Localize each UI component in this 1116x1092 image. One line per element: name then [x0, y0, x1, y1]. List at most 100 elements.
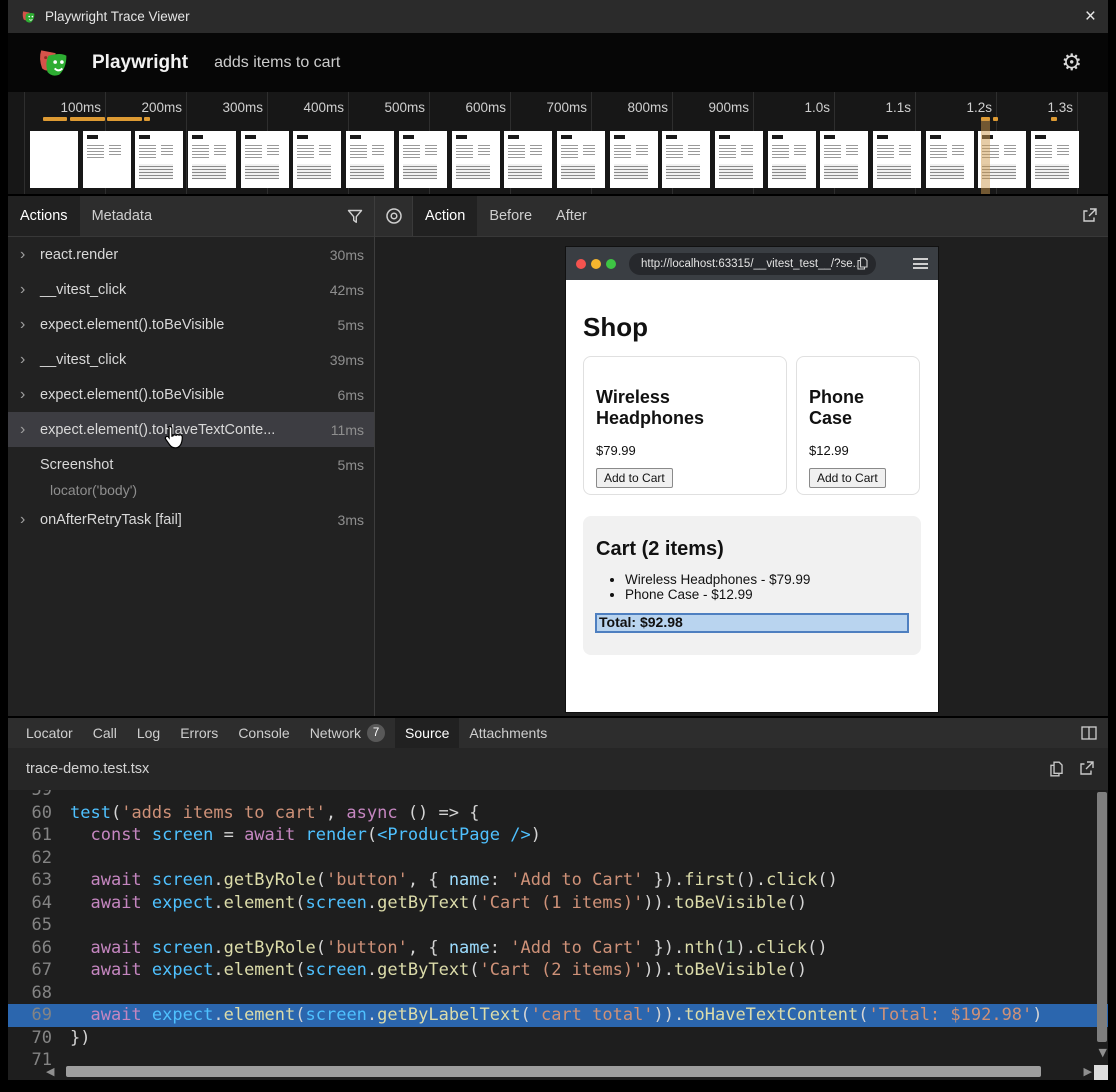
chevron-right-icon: › — [20, 351, 40, 369]
screenshot-thumbnail[interactable] — [662, 131, 710, 188]
screenshot-thumbnail[interactable] — [768, 131, 816, 188]
gear-icon[interactable]: ⚙ — [1061, 50, 1082, 76]
split-view-icon[interactable] — [1070, 718, 1108, 748]
screenshot-thumbnail[interactable] — [293, 131, 341, 188]
code-token: async — [346, 803, 397, 823]
thumbnail-content — [666, 164, 700, 179]
thumbnail-content — [403, 143, 420, 158]
code-token: screen — [152, 870, 213, 890]
thumbnail-content — [350, 143, 367, 158]
screenshot-thumbnail[interactable] — [873, 131, 921, 188]
source-file-name: trace-demo.test.tsx — [26, 761, 149, 777]
open-source-external-icon[interactable] — [1078, 761, 1094, 777]
product-card: Wireless Headphones$79.99Add to Cart — [583, 356, 787, 495]
browser-menu-icon[interactable] — [913, 258, 928, 269]
tab-action[interactable]: Action — [413, 196, 477, 236]
screenshot-thumbnail[interactable] — [715, 131, 763, 188]
add-to-cart-button[interactable]: Add to Cart — [809, 468, 886, 488]
thumbnail-content — [666, 135, 677, 139]
code-token — [142, 1005, 152, 1025]
screenshot-thumbnail[interactable] — [83, 131, 131, 188]
action-row[interactable]: Screenshot5ms — [8, 447, 374, 482]
tab-attachments[interactable]: Attachments — [459, 718, 557, 748]
code-token: expect — [152, 893, 213, 913]
tab-after[interactable]: After — [544, 196, 599, 236]
action-row[interactable]: ›expect.element().toBeVisible5ms — [8, 307, 374, 342]
timeline-filmstrip[interactable] — [30, 131, 1079, 188]
close-icon[interactable]: × — [1085, 7, 1096, 26]
tab-log[interactable]: Log — [127, 718, 170, 748]
tab-metadata[interactable]: Metadata — [80, 196, 164, 236]
code-token: () — [807, 938, 827, 958]
screenshot-thumbnail[interactable] — [188, 131, 236, 188]
url-bar[interactable]: http://localhost:63315/__vitest_test__/?… — [629, 253, 876, 275]
add-to-cart-button[interactable]: Add to Cart — [596, 468, 673, 488]
tab-before[interactable]: Before — [477, 196, 544, 236]
vertical-scrollbar[interactable]: ▼ — [1096, 790, 1108, 1064]
screenshot-thumbnail[interactable] — [135, 131, 183, 188]
line-text: const screen = await render(<ProductPage… — [70, 825, 541, 845]
timeline[interactable]: 100ms200ms300ms400ms500ms600ms700ms800ms… — [8, 92, 1108, 196]
action-row[interactable]: ›expect.element().toBeVisible6ms — [8, 377, 374, 412]
code-token: }). — [643, 938, 684, 958]
open-external-icon[interactable] — [1070, 196, 1108, 236]
thumbnail-content — [824, 143, 841, 158]
screenshot-thumbnail[interactable] — [610, 131, 658, 188]
screenshot-thumbnail[interactable] — [557, 131, 605, 188]
code-token — [70, 938, 90, 958]
screenshot-thumbnail[interactable] — [399, 131, 447, 188]
screenshot-thumbnail[interactable] — [926, 131, 974, 188]
screenshot-thumbnail[interactable] — [1031, 131, 1079, 188]
action-duration: 3ms — [338, 512, 364, 528]
tab-network[interactable]: Network7 — [300, 718, 395, 748]
action-label: __vitest_click — [40, 282, 126, 298]
shop-heading: Shop — [583, 312, 921, 343]
code-line: 70}) — [8, 1027, 1108, 1050]
screenshot-thumbnail[interactable] — [346, 131, 394, 188]
code-token: 'cart total' — [531, 1005, 654, 1025]
thumbnail-content — [561, 143, 578, 158]
thumbnail-content — [87, 135, 98, 139]
screenshot-thumbnail[interactable] — [820, 131, 868, 188]
filter-icon[interactable] — [336, 196, 374, 236]
horizontal-scrollbar-thumb[interactable] — [66, 1066, 1041, 1077]
code-token: 'Total: $192.98' — [869, 1005, 1033, 1025]
code-token: toHaveTextContent — [684, 1005, 858, 1025]
screenshot-thumbnail[interactable] — [452, 131, 500, 188]
code-token: expect — [152, 1005, 213, 1025]
tab-label: Actions — [20, 208, 68, 224]
shop-page: Shop Wireless Headphones$79.99Add to Car… — [566, 280, 938, 712]
thumbnail-content — [478, 143, 490, 156]
tab-errors[interactable]: Errors — [170, 718, 228, 748]
code-token: const — [90, 825, 141, 845]
horizontal-scrollbar[interactable]: ◀ ▶ — [56, 1065, 1080, 1078]
screenshot-thumbnail[interactable] — [241, 131, 289, 188]
tab-locator[interactable]: Locator — [16, 718, 83, 748]
action-row[interactable]: ›__vitest_click39ms — [8, 342, 374, 377]
product-card: Phone Case$12.99Add to Cart — [796, 356, 920, 495]
browser-chrome: http://localhost:63315/__vitest_test__/?… — [566, 247, 938, 280]
thumbnail-content — [719, 164, 753, 179]
screenshot-thumbnail[interactable] — [30, 131, 78, 188]
copy-url-icon[interactable] — [857, 257, 868, 270]
action-row[interactable]: ›onAfterRetryTask [fail]3ms — [8, 502, 374, 537]
vertical-scrollbar-thumb[interactable] — [1097, 792, 1107, 1042]
tab-source[interactable]: Source — [395, 718, 459, 748]
app-name: Playwright — [92, 52, 188, 74]
screenshot-thumbnail[interactable] — [504, 131, 552, 188]
tab-actions[interactable]: Actions — [8, 196, 80, 236]
tab-call[interactable]: Call — [83, 718, 127, 748]
code-token: = — [213, 825, 244, 845]
code-token: . — [367, 960, 377, 980]
code-line: 63 await screen.getByRole('button', { na… — [8, 869, 1108, 892]
code-token — [70, 960, 90, 980]
line-number: 62 — [8, 848, 52, 868]
line-text: await screen.getByRole('button', { name:… — [70, 938, 828, 958]
action-row[interactable]: ›react.render30ms — [8, 237, 374, 272]
action-row[interactable]: ›expect.element().toHaveTextConte...11ms — [8, 412, 374, 447]
pick-locator-target-icon[interactable] — [375, 196, 413, 236]
tab-console[interactable]: Console — [228, 718, 299, 748]
action-row[interactable]: ›__vitest_click42ms — [8, 272, 374, 307]
chevron-right-icon: › — [20, 386, 40, 404]
copy-source-icon[interactable] — [1049, 761, 1064, 777]
